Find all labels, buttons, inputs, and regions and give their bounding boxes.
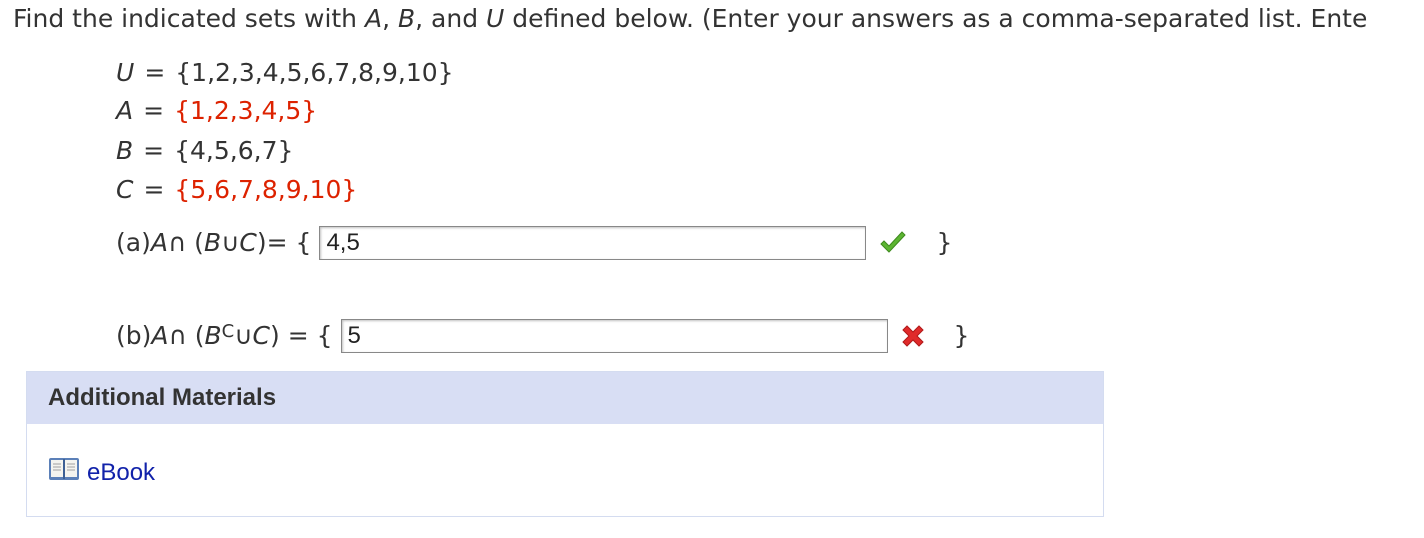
part-a-var: B — [203, 228, 222, 257]
set-u-value: {1,2,3,4,5,6,7,8,9,10} — [175, 58, 454, 87]
set-a-definition: A = {1,2,3,4,5} — [116, 96, 318, 125]
part-b-label: (b) — [116, 321, 152, 350]
part-a-var: A — [150, 228, 168, 257]
ebook-link[interactable]: eBook — [48, 456, 155, 489]
part-a-operator: ∩ ( — [167, 228, 204, 257]
instructions-part: Find the indicated sets with — [13, 4, 365, 33]
set-b-name: B — [116, 136, 134, 165]
set-c-definition: C = {5,6,7,8,9,10} — [116, 175, 358, 204]
instructions-text: Find the indicated sets with A, B, and U… — [13, 4, 1367, 34]
part-b-complement-sup: C — [221, 321, 235, 342]
set-b-value: {4,5,6,7} — [174, 136, 294, 165]
part-b-question: (b) A ∩ (BC ∪ C) = { } — [116, 319, 969, 353]
part-b-operator: ) = { — [270, 321, 333, 350]
part-b-answer-input[interactable] — [340, 319, 888, 353]
instructions-part: , — [382, 4, 398, 33]
part-b-close-brace: } — [953, 321, 970, 350]
part-a-var: C — [239, 228, 257, 257]
part-b-var: B — [204, 321, 222, 350]
instructions-var-u: U — [486, 4, 505, 33]
instructions-var-a: A — [364, 4, 383, 33]
checkmark-icon — [878, 228, 908, 258]
set-c-name: C — [116, 175, 134, 204]
part-b-var: A — [151, 321, 169, 350]
part-b-var: C — [252, 321, 271, 350]
part-a-close-brace: } — [936, 228, 953, 257]
instructions-var-b: B — [398, 4, 416, 33]
set-c-value: {5,6,7,8,9,10} — [174, 175, 358, 204]
part-a-label: (a) — [116, 228, 151, 257]
additional-materials-panel: Additional Materials eBook — [26, 371, 1104, 517]
book-icon — [48, 456, 80, 489]
set-b-definition: B = {4,5,6,7} — [116, 136, 294, 165]
set-u-definition: U = {1,2,3,4,5,6,7,8,9,10} — [116, 58, 454, 87]
part-a-operator: )= { — [256, 228, 312, 257]
part-a-answer-input[interactable] — [319, 226, 867, 260]
x-mark-icon — [898, 321, 928, 351]
set-u-name: U — [116, 58, 135, 87]
part-a-operator: ∪ — [221, 228, 240, 257]
instructions-part: , and — [415, 4, 487, 33]
additional-materials-title: Additional Materials — [27, 372, 1103, 424]
instructions-part: defined below. (Enter your answers as a … — [504, 4, 1368, 33]
part-b-operator: ∩ ( — [168, 321, 205, 350]
part-a-question: (a) A ∩ (B ∪ C)= { } — [116, 226, 952, 260]
set-a-value: {1,2,3,4,5} — [174, 96, 318, 125]
ebook-link-label: eBook — [87, 458, 156, 486]
part-b-operator: ∪ — [234, 321, 253, 350]
set-a-name: A — [116, 96, 134, 125]
